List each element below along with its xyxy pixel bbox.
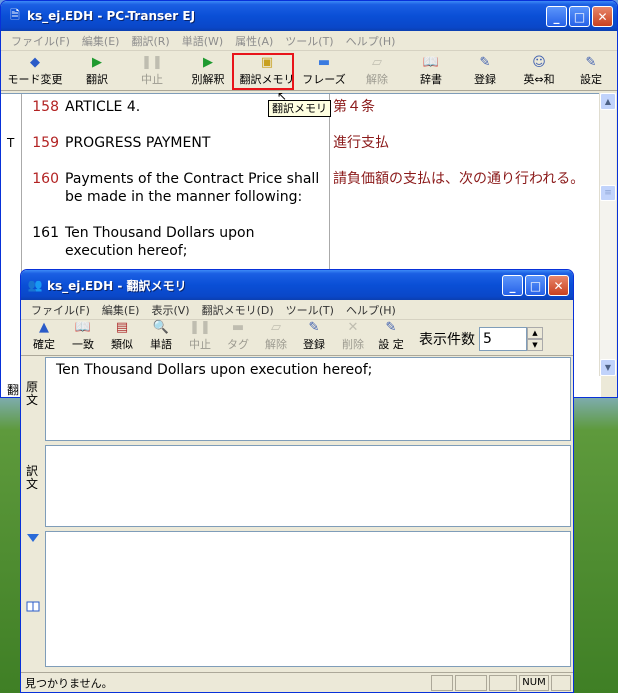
tag-icon: ▬ xyxy=(231,320,245,335)
stop-button[interactable]: ❚❚ 中止 xyxy=(125,55,179,90)
highlight-box xyxy=(232,53,294,90)
alternate-icon: ▶ xyxy=(203,55,213,70)
menu-file[interactable]: ファイル(F) xyxy=(25,302,96,318)
main-titlebar[interactable]: 🗎 ks_ej.EDH - PC-Transer EJ _ □ ✕ xyxy=(1,1,617,31)
mode-switch-icon: ◆ xyxy=(30,55,40,70)
main-window-title: ks_ej.EDH - PC-Transer EJ xyxy=(27,9,196,23)
settings-button[interactable]: ✎ 設 定 xyxy=(373,320,409,355)
menu-translate[interactable]: 翻訳(R) xyxy=(125,33,175,49)
register-icon: ✎ xyxy=(479,55,491,70)
menu-tools[interactable]: ツール(T) xyxy=(280,302,340,318)
menu-translation-memory[interactable]: 翻訳メモリ(D) xyxy=(196,302,280,318)
display-count-label: 表示件数 xyxy=(419,332,475,348)
close-button[interactable]: ✕ xyxy=(548,275,569,296)
match-icon: 📖 xyxy=(74,320,92,335)
confirm-button[interactable]: ▲ 確定 xyxy=(25,320,63,355)
phrase-button[interactable]: ▬ フレーズ xyxy=(297,55,351,90)
register-icon: ✎ xyxy=(308,320,320,335)
pause-icon: ❚❚ xyxy=(141,55,163,70)
maximize-button[interactable]: □ xyxy=(525,275,546,296)
settings-icon: ✎ xyxy=(385,320,397,335)
triangle-marker-icon xyxy=(27,534,39,542)
menu-file[interactable]: ファイル(F) xyxy=(5,33,76,49)
menu-edit[interactable]: 編集(E) xyxy=(76,33,126,49)
settings-icon: ✎ xyxy=(585,55,597,70)
confirm-icon: ▲ xyxy=(39,320,49,335)
menu-word[interactable]: 単語(W) xyxy=(176,33,229,49)
side-label: 翻 xyxy=(7,383,20,397)
settings-button[interactable]: ✎ 設定 xyxy=(567,55,615,90)
direction-icon: ☺ xyxy=(532,55,546,70)
tag-button[interactable]: ▬ タグ xyxy=(219,320,257,355)
main-toolbar: ◆ モード変更 ▶ 翻訳 ❚❚ 中止 ▶ 別解釈 ▣ 翻訳メモリ ▬ フレーズ … xyxy=(1,51,617,91)
maximize-button[interactable]: □ xyxy=(569,6,590,27)
status-cell xyxy=(551,674,571,691)
word-search-icon: 🔍 xyxy=(152,320,170,335)
spin-up-icon[interactable]: ▲ xyxy=(527,327,543,339)
side-strip: 原文 訳文 xyxy=(21,357,43,669)
source-pane[interactable]: Ten Thousand Dollars upon execution here… xyxy=(45,357,571,441)
word-search-button[interactable]: 🔍 単語 xyxy=(141,320,181,355)
alternate-button[interactable]: ▶ 別解釈 xyxy=(179,55,237,90)
app-icon: 🗎 xyxy=(10,7,20,22)
match-button[interactable]: 📖 一致 xyxy=(63,320,103,355)
translation-memory-window: 👥 ks_ej.EDH - 翻訳メモリ _ □ ✕ ファイル(F) 編集(E) … xyxy=(20,269,574,693)
delete-icon: ✕ xyxy=(347,320,359,335)
display-count-input[interactable]: 5 xyxy=(479,327,527,351)
pause-icon: ❚❚ xyxy=(189,320,211,335)
memory-menubar: ファイル(F) 編集(E) 表示(V) 翻訳メモリ(D) ツール(T) ヘルプ(… xyxy=(21,300,573,320)
memory-titlebar[interactable]: 👥 ks_ej.EDH - 翻訳メモリ _ □ ✕ xyxy=(21,270,573,300)
phrase-icon: ▬ xyxy=(317,55,331,70)
similar-button[interactable]: ▤ 類似 xyxy=(103,320,141,355)
menu-tools[interactable]: ツール(T) xyxy=(279,33,339,49)
book-icon xyxy=(26,601,40,612)
play-icon: ▶ xyxy=(92,55,102,70)
vertical-scrollbar[interactable]: ▲ ≡ ▼ xyxy=(599,93,616,376)
target-label: 訳文 xyxy=(25,464,38,491)
release-button[interactable]: ▱ 解除 xyxy=(351,55,403,90)
minimize-button[interactable]: _ xyxy=(546,6,567,27)
stop-button[interactable]: ❚❚ 中止 xyxy=(181,320,219,355)
close-button[interactable]: ✕ xyxy=(592,6,613,27)
register-button[interactable]: ✎ 登録 xyxy=(459,55,511,90)
menu-help[interactable]: ヘルプ(H) xyxy=(340,302,402,318)
main-menubar: ファイル(F) 編集(E) 翻訳(R) 単語(W) 属性(A) ツール(T) ヘ… xyxy=(1,31,617,51)
menu-view[interactable]: 表示(V) xyxy=(145,302,195,318)
display-count-stepper: 表示件数 5 ▲ ▼ xyxy=(419,327,543,351)
status-cell xyxy=(431,674,453,691)
source-label: 原文 xyxy=(25,380,38,407)
status-cell xyxy=(455,674,487,691)
source-text: Ten Thousand Dollars upon execution here… xyxy=(56,362,373,378)
spin-down-icon[interactable]: ▼ xyxy=(527,339,543,351)
scroll-up-icon[interactable]: ▲ xyxy=(600,93,616,110)
menu-help[interactable]: ヘルプ(H) xyxy=(340,33,402,49)
dictionary-button[interactable]: 📖 辞書 xyxy=(403,55,459,90)
dictionary-icon: 📖 xyxy=(422,55,440,70)
menu-attribute[interactable]: 属性(A) xyxy=(229,33,279,49)
minimize-button[interactable]: _ xyxy=(502,275,523,296)
memory-window-title: ks_ej.EDH - 翻訳メモリ xyxy=(47,278,187,293)
num-indicator: NUM xyxy=(519,674,549,691)
scroll-down-icon[interactable]: ▼ xyxy=(600,359,616,376)
memory-app-icon: 👥 xyxy=(27,278,43,292)
target-pane[interactable] xyxy=(45,445,571,527)
status-cell xyxy=(489,674,517,691)
status-bar: 見つかりません。 NUM xyxy=(21,672,573,692)
delete-button[interactable]: ✕ 削除 xyxy=(333,320,373,355)
similar-icon: ▤ xyxy=(115,320,129,335)
tooltip: 翻訳メモリ xyxy=(268,100,331,117)
results-pane[interactable] xyxy=(45,531,571,667)
translate-button[interactable]: ▶ 翻訳 xyxy=(69,55,125,90)
direction-button[interactable]: ☺ 英⇔和 xyxy=(511,55,567,90)
register-button[interactable]: ✎ 登録 xyxy=(295,320,333,355)
release-icon: ▱ xyxy=(271,320,281,335)
scroll-thumb[interactable]: ≡ xyxy=(600,185,616,201)
release-icon: ▱ xyxy=(372,55,382,70)
memory-panes: 原文 訳文 Ten Thousand Dollars upon executio… xyxy=(21,357,573,669)
status-message: 見つかりません。 xyxy=(25,676,113,690)
mode-switch-button[interactable]: ◆ モード変更 xyxy=(1,55,69,90)
menu-edit[interactable]: 編集(E) xyxy=(96,302,146,318)
memory-toolbar: ▲ 確定 📖 一致 ▤ 類似 🔍 単語 ❚❚ 中止 ▬ タグ ▱ 解除 ✎ 登録… xyxy=(21,320,573,356)
release-button[interactable]: ▱ 解除 xyxy=(257,320,295,355)
